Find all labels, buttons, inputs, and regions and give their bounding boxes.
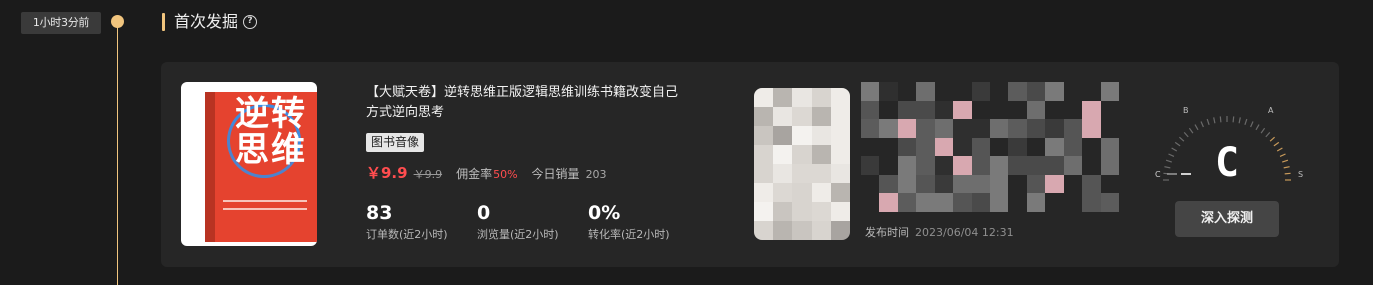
- stat-views: 0 浏览量(近2小时): [477, 201, 559, 243]
- stat-value: 0: [477, 202, 491, 224]
- gauge-tick: [1164, 166, 1171, 169]
- gauge-tick: [1279, 153, 1286, 157]
- stat-conversion: 0% 转化率(近2小时): [588, 201, 670, 243]
- gauge-tick: [1194, 124, 1199, 131]
- gauge-tick: [1188, 127, 1194, 134]
- publish-time-value: 2023/06/04 12:31: [915, 226, 1014, 239]
- gauge-tick: [1273, 141, 1280, 147]
- gauge-tick: [1171, 147, 1178, 152]
- gauge-label-b: B: [1183, 106, 1189, 115]
- stat-label: 浏览量(近2小时): [477, 228, 559, 241]
- product-card[interactable]: 逆转思维 【大赋天卷】逆转思维正版逻辑思维训练书籍改变自己方式逆向思考 图书音像…: [161, 62, 1339, 267]
- gauge-tick: [1238, 117, 1241, 124]
- stat-value: 83: [366, 202, 393, 224]
- today-sales-value: 203: [585, 168, 607, 181]
- video-info-blurred: [861, 82, 1119, 212]
- gauge-tick: [1284, 172, 1291, 175]
- gauge-tick: [1232, 116, 1235, 123]
- gauge-tick: [1206, 118, 1210, 125]
- gauge-tick: [1183, 132, 1189, 138]
- stat-orders: 83 订单数(近2小时): [366, 201, 448, 243]
- price: ￥9.9: [366, 164, 408, 182]
- stat-label: 订单数(近2小时): [366, 228, 448, 241]
- gauge-label-c: C: [1155, 170, 1161, 179]
- gauge-tick: [1250, 121, 1254, 128]
- gauge-tick: [1255, 124, 1260, 131]
- gauge-tick: [1269, 136, 1275, 142]
- gauge-tick: [1179, 136, 1185, 142]
- gauge-tick: [1244, 118, 1248, 125]
- gauge-tick: [1276, 147, 1283, 152]
- price-row: ￥9.9 ￥9.9 佣金率 50% 今日销量 203: [366, 162, 607, 182]
- gauge-tick: [1282, 159, 1289, 163]
- grade-letter: C: [1214, 140, 1240, 186]
- gauge-tick: [1260, 127, 1266, 134]
- gauge-label-s: S: [1298, 170, 1303, 179]
- timeline-line: [117, 22, 118, 285]
- section-title: 首次发掘: [174, 12, 239, 31]
- stat-value: 0%: [588, 202, 621, 224]
- book-cover-title: 逆转思维: [235, 94, 307, 170]
- time-badge: 1小时3分前: [21, 12, 101, 34]
- gauge-tick: [1219, 116, 1222, 123]
- gauge-tick: [1200, 121, 1204, 128]
- publish-time-label: 发布时间: [865, 226, 909, 239]
- section-accent-bar: [162, 13, 165, 31]
- gauge-tick: [1265, 132, 1271, 138]
- deep-detect-button[interactable]: 深入探测: [1175, 201, 1279, 237]
- category-tag: 图书音像: [366, 133, 425, 152]
- video-thumbnail-blurred[interactable]: [754, 88, 850, 240]
- gauge-tick: [1174, 141, 1181, 147]
- product-title[interactable]: 【大赋天卷】逆转思维正版逻辑思维训练书籍改变自己方式逆向思考: [366, 83, 686, 123]
- gauge-tick: [1168, 153, 1175, 157]
- stat-label: 转化率(近2小时): [588, 228, 670, 241]
- gauge-tick: [1165, 159, 1172, 163]
- question-circle-icon[interactable]: ?: [243, 15, 257, 29]
- gauge-tick: [1213, 117, 1216, 124]
- commission-rate: 50%: [493, 168, 518, 181]
- commission-label: 佣金率: [456, 167, 493, 181]
- book-cover-image[interactable]: 逆转思维: [181, 82, 317, 246]
- gauge-tick: [1283, 166, 1290, 169]
- today-sales-label: 今日销量: [531, 167, 580, 181]
- publish-time: 发布时间 2023/06/04 12:31: [865, 224, 1014, 240]
- original-price: ￥9.9: [413, 168, 443, 181]
- timeline-dot: [111, 15, 124, 28]
- gauge-label-a: A: [1268, 106, 1274, 115]
